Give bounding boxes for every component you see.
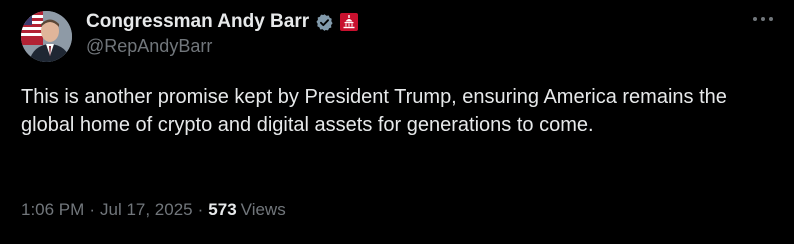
meta-separator: · <box>197 200 204 219</box>
meta-separator: · <box>89 200 95 219</box>
tweet: Congressman Andy Barr @RepAndyBarr This … <box>0 0 794 244</box>
views-count[interactable]: 573 <box>208 200 236 220</box>
author-handle[interactable]: @RepAndyBarr <box>86 36 212 57</box>
us-capitol-icon[interactable] <box>340 13 359 31</box>
tweet-time[interactable]: 1:06 PM <box>21 200 84 220</box>
author-display-name[interactable]: Congressman Andy Barr <box>86 11 309 33</box>
tweet-text: This is another promise kept by Presiden… <box>21 86 727 136</box>
tweet-meta: 1:06 PM · Jul 17, 2025 · 573 Views <box>21 200 286 220</box>
tweet-header: Congressman Andy Barr <box>86 9 359 35</box>
author-avatar[interactable] <box>21 11 72 62</box>
tweet-date[interactable]: Jul 17, 2025 <box>100 200 193 220</box>
verified-check-icon[interactable] <box>315 13 334 32</box>
views-label[interactable]: Views <box>241 200 286 220</box>
more-horizontal-icon[interactable] <box>750 8 776 30</box>
avatar-photo <box>21 11 72 62</box>
